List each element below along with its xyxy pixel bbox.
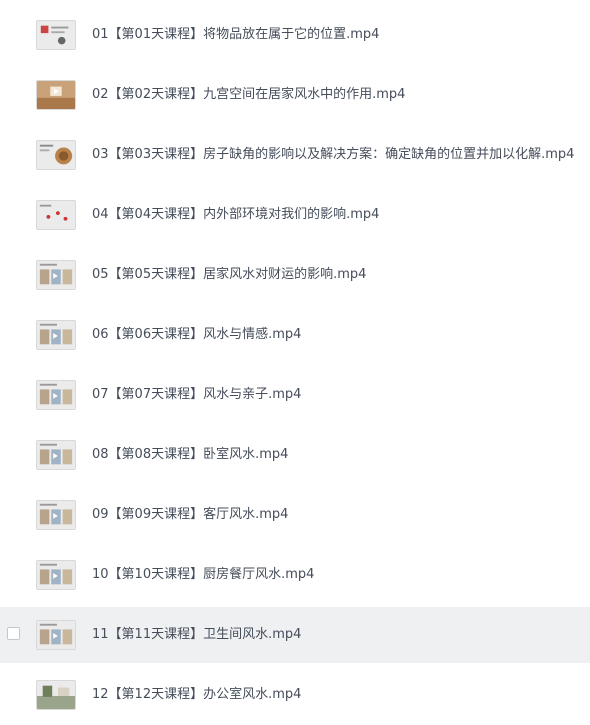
file-name[interactable]: 01【第01天课程】将物品放在属于它的位置.mp4 xyxy=(92,7,379,63)
file-row[interactable]: 02【第02天课程】九宫空间在居家风水中的作用.mp4 xyxy=(0,67,590,123)
file-row[interactable]: 06【第06天课程】风水与情感.mp4 xyxy=(0,307,590,363)
file-row[interactable]: 04【第04天课程】内外部环境对我们的影响.mp4 xyxy=(0,187,590,243)
video-thumbnail xyxy=(36,680,76,710)
video-thumbnail xyxy=(36,20,76,50)
file-name[interactable]: 10【第10天课程】厨房餐厅风水.mp4 xyxy=(92,547,314,603)
file-row[interactable]: 08【第08天课程】卧室风水.mp4 xyxy=(0,427,590,483)
file-row[interactable]: 07【第07天课程】风水与亲子.mp4 xyxy=(0,367,590,423)
video-thumbnail xyxy=(36,200,76,230)
file-row[interactable]: 12【第12天课程】办公室风水.mp4 xyxy=(0,667,590,723)
file-row[interactable]: 03【第03天课程】房子缺角的影响以及解决方案：确定缺角的位置并加以化解.mp4 xyxy=(0,127,590,183)
video-thumbnail xyxy=(36,380,76,410)
file-name[interactable]: 04【第04天课程】内外部环境对我们的影响.mp4 xyxy=(92,187,379,243)
file-name[interactable]: 09【第09天课程】客厅风水.mp4 xyxy=(92,487,288,543)
file-name[interactable]: 06【第06天课程】风水与情感.mp4 xyxy=(92,307,301,363)
video-thumbnail xyxy=(36,320,76,350)
file-name[interactable]: 11【第11天课程】卫生间风水.mp4 xyxy=(92,607,301,663)
file-list: 01【第01天课程】将物品放在属于它的位置.mp4 02【第02天课程】九宫空间在… xyxy=(0,0,590,725)
video-thumbnail xyxy=(36,440,76,470)
file-row[interactable]: 01【第01天课程】将物品放在属于它的位置.mp4 xyxy=(0,7,590,63)
file-row[interactable]: 10【第10天课程】厨房餐厅风水.mp4 xyxy=(0,547,590,603)
file-name[interactable]: 02【第02天课程】九宫空间在居家风水中的作用.mp4 xyxy=(92,67,405,123)
video-thumbnail xyxy=(36,140,76,170)
video-thumbnail xyxy=(36,560,76,590)
file-name[interactable]: 12【第12天课程】办公室风水.mp4 xyxy=(92,667,301,723)
select-checkbox[interactable] xyxy=(7,627,20,640)
file-name[interactable]: 07【第07天课程】风水与亲子.mp4 xyxy=(92,367,301,423)
file-name[interactable]: 03【第03天课程】房子缺角的影响以及解决方案：确定缺角的位置并加以化解.mp4 xyxy=(92,127,574,183)
video-thumbnail xyxy=(36,80,76,110)
file-row[interactable]: 05【第05天课程】居家风水对财运的影响.mp4 xyxy=(0,247,590,303)
video-thumbnail xyxy=(36,260,76,290)
file-name[interactable]: 05【第05天课程】居家风水对财运的影响.mp4 xyxy=(92,247,366,303)
video-thumbnail xyxy=(36,620,76,650)
video-thumbnail xyxy=(36,500,76,530)
file-name[interactable]: 08【第08天课程】卧室风水.mp4 xyxy=(92,427,288,483)
file-row[interactable]: 11【第11天课程】卫生间风水.mp4 xyxy=(0,607,590,663)
file-row[interactable]: 09【第09天课程】客厅风水.mp4 xyxy=(0,487,590,543)
